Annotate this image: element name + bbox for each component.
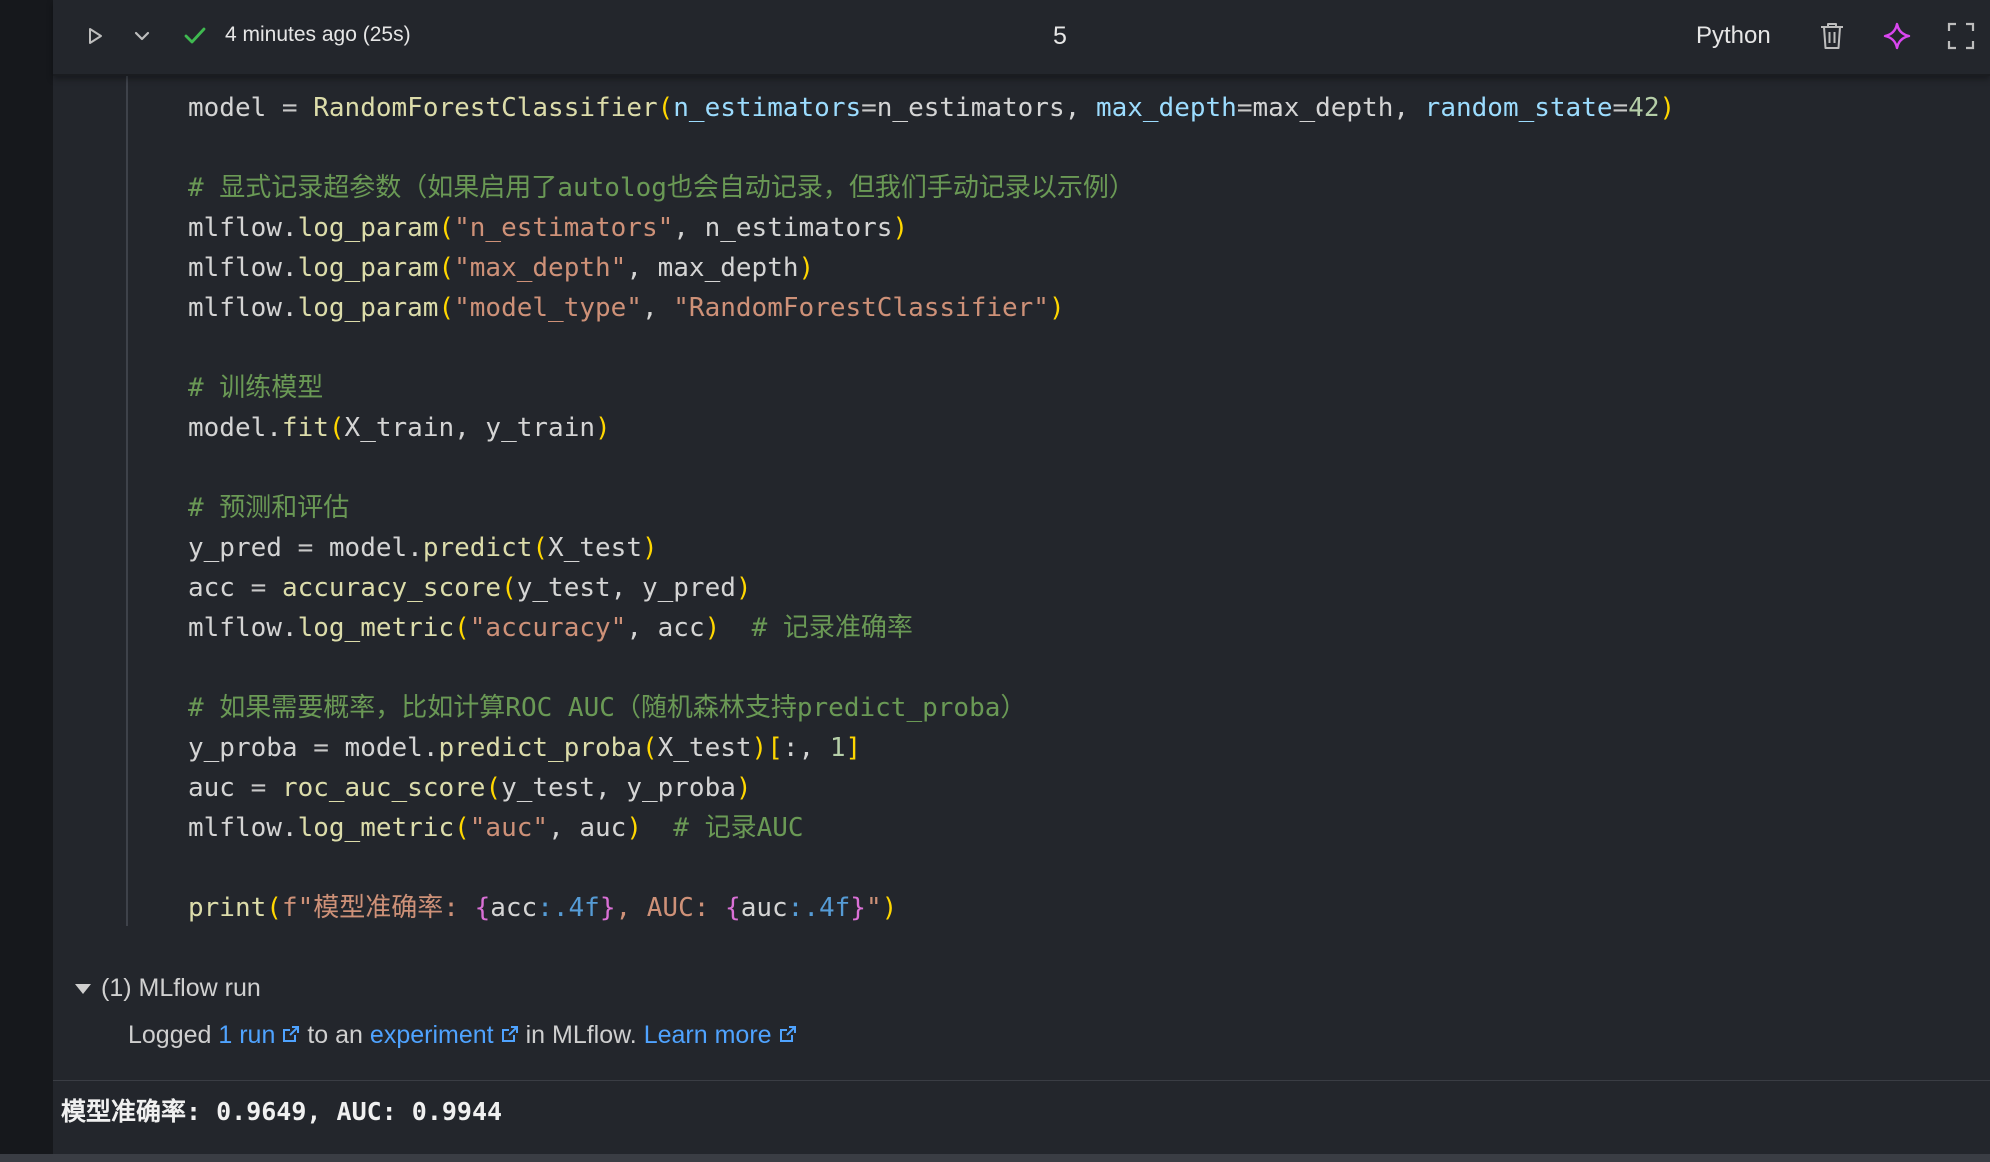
execution-status: 4 minutes ago (25s) bbox=[225, 23, 411, 46]
run-link[interactable]: 1 run bbox=[218, 1021, 275, 1049]
mlflow-run-header: (1) MLflow run bbox=[101, 974, 261, 1002]
caret-down-icon bbox=[75, 983, 91, 994]
learn-more-link[interactable]: Learn more bbox=[644, 1021, 772, 1049]
code-line: mlflow.log_param("max_depth", max_depth) bbox=[188, 253, 815, 283]
language-selector[interactable]: Python bbox=[1696, 22, 1771, 50]
experiment-link[interactable]: experiment bbox=[370, 1021, 494, 1049]
code-line: y_proba = model.predict_proba(X_test)[:,… bbox=[188, 733, 862, 763]
output-separator bbox=[53, 1080, 1990, 1081]
code-line: mlflow.log_metric("accuracy", acc) # 记录准… bbox=[188, 613, 913, 643]
external-link-icon[interactable] bbox=[281, 1022, 301, 1051]
mlflow-logged-message: Logged 1 run to an experiment in MLflow. L… bbox=[128, 1021, 804, 1051]
code-line: auc = roc_auc_score(y_test, y_proba) bbox=[188, 773, 752, 803]
execution-count: 5 bbox=[1053, 22, 1067, 50]
code-line: # 显式记录超参数（如果启用了autolog也会自动记录，但我们手动记录以示例） bbox=[188, 173, 1135, 203]
code-line: model.fit(X_train, y_train) bbox=[188, 413, 611, 443]
code-line: mlflow.log_metric("auc", auc) # 记录AUC bbox=[188, 813, 804, 843]
run-cell-icon[interactable] bbox=[79, 20, 111, 52]
bottom-scrollbar[interactable] bbox=[0, 1154, 1990, 1162]
code-block: n_emodel = RandomForestClassifier(n_esti… bbox=[188, 74, 1675, 928]
code-line: acc = accuracy_score(y_test, y_pred) bbox=[188, 573, 752, 603]
stdout-result: 模型准确率: 0.9649, AUC: 0.9944 bbox=[61, 1097, 503, 1126]
code-editor[interactable]: n_emodel = RandomForestClassifier(n_esti… bbox=[53, 74, 1990, 944]
code-line: mlflow.log_param("model_type", "RandomFo… bbox=[188, 293, 1065, 323]
trash-icon[interactable] bbox=[1816, 20, 1848, 52]
code-line: y_pred = model.predict(X_test) bbox=[188, 533, 658, 563]
check-icon bbox=[179, 20, 211, 52]
left-gutter bbox=[0, 0, 53, 1162]
code-line: model = RandomForestClassifier(n_estimat… bbox=[188, 93, 1676, 123]
code-line: # 预测和评估 bbox=[188, 493, 350, 523]
chevron-down-icon[interactable] bbox=[126, 20, 158, 52]
code-line: # 如果需要概率，比如计算ROC AUC（随机森林支持predict_proba… bbox=[188, 693, 1027, 723]
indent-guide bbox=[126, 74, 128, 926]
cell-output: (1) MLflow run Logged 1 run to an experim… bbox=[53, 944, 1990, 1162]
expand-icon[interactable] bbox=[1945, 20, 1977, 52]
code-line: print(f"模型准确率: {acc:.4f}, AUC: {auc:.4f}… bbox=[188, 893, 898, 923]
code-line: mlflow.log_param("n_estimators", n_estim… bbox=[188, 213, 909, 243]
cell-toolbar: 4 minutes ago (25s) 5 Python bbox=[53, 0, 1990, 76]
code-line: # 训练模型 bbox=[188, 373, 324, 403]
mlflow-run-toggle[interactable]: (1) MLflow run bbox=[75, 974, 261, 1003]
notebook-cell: 4 minutes ago (25s) 5 Python n_emodel = … bbox=[53, 0, 1990, 1162]
external-link-icon[interactable] bbox=[500, 1022, 520, 1051]
sparkle-icon[interactable] bbox=[1881, 20, 1913, 52]
external-link-icon[interactable] bbox=[778, 1022, 798, 1051]
